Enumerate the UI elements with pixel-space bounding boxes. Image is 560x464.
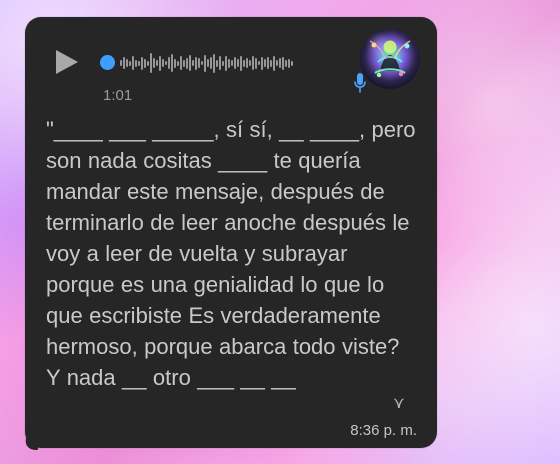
waveform-bar (189, 55, 191, 71)
waveform-bar (129, 60, 131, 66)
audio-playhead[interactable] (100, 55, 115, 70)
waveform-bar (177, 60, 179, 66)
waveform-bar (207, 59, 209, 67)
waveform-bar (270, 59, 272, 67)
waveform-bar (204, 54, 206, 72)
waveform-bar (141, 56, 143, 70)
waveform-bar (156, 60, 158, 66)
avatar[interactable] (360, 29, 420, 89)
waveform-bar (216, 59, 218, 67)
waveform-bar (240, 55, 242, 71)
waveform-bar (264, 59, 266, 67)
play-icon[interactable] (56, 50, 78, 74)
waveform-bar (171, 54, 173, 72)
waveform-bar (150, 53, 152, 73)
waveform-bar (291, 60, 293, 66)
waveform-bar (228, 58, 230, 68)
waveform-bar (219, 56, 221, 70)
waveform-bar (201, 61, 203, 65)
waveform-bar (213, 53, 215, 73)
message-time: 8:36 p. m. (350, 422, 417, 439)
waveform-bar (147, 60, 149, 66)
audio-duration: 1:01 (103, 87, 133, 104)
waveform-bar (144, 58, 146, 68)
waveform-bar (234, 57, 236, 69)
waveform-bar (255, 57, 257, 69)
waveform-bar (282, 56, 284, 70)
chevron-down-icon[interactable]: ⋎ (393, 396, 405, 412)
waveform-bar (165, 61, 167, 65)
waveform-bar (267, 57, 269, 69)
waveform-bar (180, 56, 182, 70)
waveform-bar (120, 60, 122, 66)
waveform-bar (225, 55, 227, 71)
waveform-bar (258, 61, 260, 65)
waveform-bar (153, 58, 155, 68)
waveform-bar (246, 58, 248, 68)
waveform-bar (252, 56, 254, 70)
waveform-bar (261, 56, 263, 70)
waveform-bar (174, 58, 176, 68)
waveform-bar (159, 55, 161, 71)
waveform-bar (192, 60, 194, 66)
waveform-bar (162, 59, 164, 67)
waveform-bar (288, 58, 290, 68)
audio-waveform[interactable] (120, 51, 355, 75)
waveform-bar (231, 60, 233, 66)
waveform-bar (273, 55, 275, 71)
waveform-bar (168, 57, 170, 69)
message-transcript: "____ ___ _____, sí sí, __ ____, pero so… (46, 117, 416, 390)
voice-message-bubble[interactable]: 1:01 "____ ___ _____, sí sí, __ ____, pe… (25, 17, 437, 448)
waveform-bar (222, 60, 224, 66)
waveform-bar (276, 60, 278, 66)
waveform-bar (186, 57, 188, 69)
waveform-bar (279, 58, 281, 68)
waveform-bar (198, 58, 200, 68)
waveform-bar (132, 56, 134, 70)
waveform-bar (210, 57, 212, 69)
waveform-bar (243, 59, 245, 67)
waveform-bar (126, 59, 128, 67)
waveform-bar (138, 60, 140, 66)
waveform-bar (285, 59, 287, 67)
waveform-bar (135, 59, 137, 67)
waveform-bar (195, 56, 197, 70)
waveform-bar (123, 57, 125, 69)
microphone-icon (354, 73, 366, 93)
waveform-bar (183, 59, 185, 67)
waveform-bar (249, 60, 251, 66)
waveform-bar (237, 59, 239, 67)
